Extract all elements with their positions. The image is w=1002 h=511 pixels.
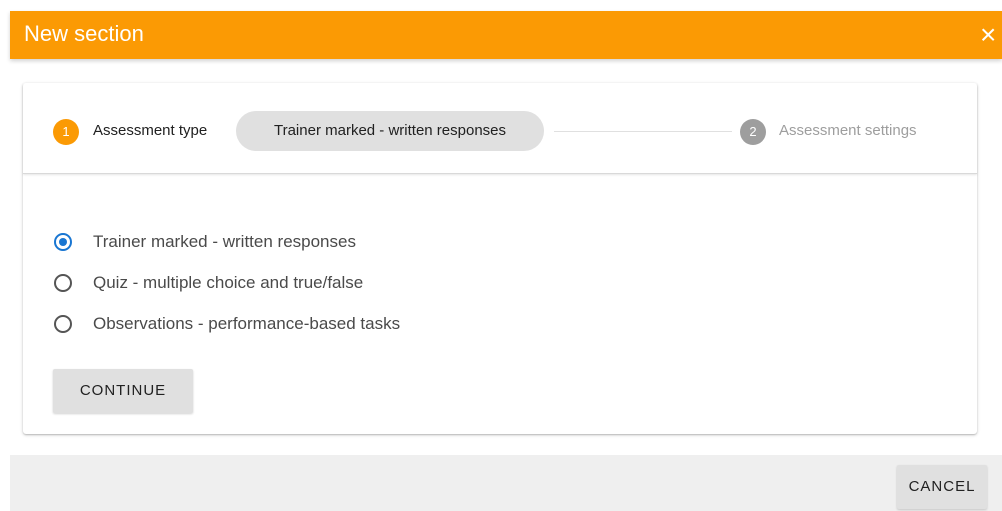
dialog-title: New section xyxy=(24,21,144,46)
option-quiz[interactable]: Quiz - multiple choice and true/false xyxy=(54,270,474,300)
radio-selected-icon[interactable] xyxy=(54,233,72,251)
assessment-card: 1 Assessment type Trainer marked - writt… xyxy=(23,83,977,434)
step-connector xyxy=(554,131,732,132)
radio-unselected-icon[interactable] xyxy=(54,274,72,292)
option-observations[interactable]: Observations - performance-based tasks xyxy=(54,311,474,341)
dialog-footer: CANCEL xyxy=(10,455,1002,511)
option-label: Observations - performance-based tasks xyxy=(93,314,401,333)
option-label: Quiz - multiple choice and true/false xyxy=(93,273,364,292)
cancel-button[interactable]: CANCEL xyxy=(897,465,987,509)
step-1-icon: 1 xyxy=(53,119,79,145)
continue-button[interactable]: CONTINUE xyxy=(53,369,193,413)
step-2-icon: 2 xyxy=(740,119,766,145)
selected-assessment-type-chip: Trainer marked - written responses xyxy=(236,111,544,151)
option-label: Trainer marked - written responses xyxy=(93,232,356,251)
close-icon[interactable]: × xyxy=(980,17,1002,53)
step-2-label: Assessment settings xyxy=(779,122,917,139)
dialog-header: New section × xyxy=(10,11,1002,59)
option-trainer-marked[interactable]: Trainer marked - written responses xyxy=(54,229,474,259)
radio-unselected-icon[interactable] xyxy=(54,315,72,333)
step-1-label: Assessment type xyxy=(93,122,208,139)
assessment-stepper: 1 Assessment type Trainer marked - writt… xyxy=(23,83,977,174)
